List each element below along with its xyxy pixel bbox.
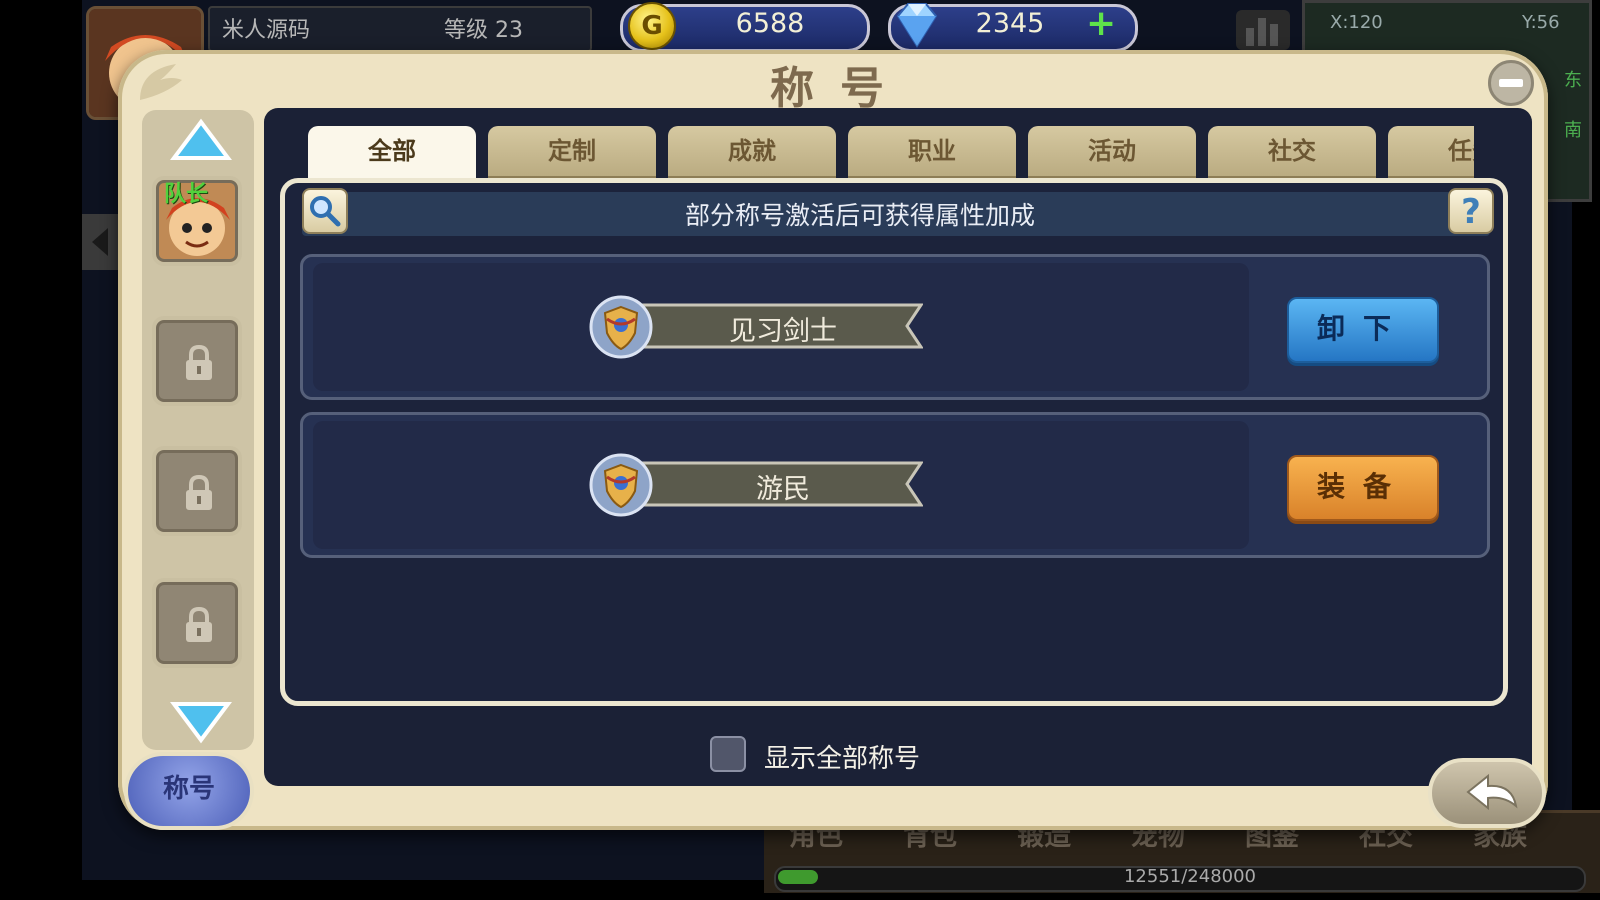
title-row: 游民 装备 xyxy=(300,412,1490,558)
exp-text: 12551/248000 xyxy=(1123,866,1257,887)
tab-profession[interactable]: 职业 xyxy=(848,126,1016,178)
show-all-checkbox[interactable] xyxy=(710,736,746,772)
back-button[interactable] xyxy=(1428,758,1546,828)
exp-bar-fill xyxy=(778,870,818,884)
gold-coin-icon: G xyxy=(628,2,676,50)
title-row: 见习剑士 卸下 xyxy=(300,254,1490,400)
scroll-down-arrow-icon[interactable] xyxy=(170,696,232,744)
gem-amount: 2345 xyxy=(975,8,1045,39)
help-button[interactable]: ? xyxy=(1448,188,1494,234)
tab-achievement[interactable]: 成就 xyxy=(668,126,836,178)
ranking-bar-chart-icon[interactable] xyxy=(1236,10,1290,50)
tab-quest[interactable]: 任务 xyxy=(1388,126,1474,178)
lock-icon xyxy=(186,344,212,380)
coordinate-y: Y:56 xyxy=(1522,12,1560,33)
locked-slot[interactable] xyxy=(152,578,242,668)
shield-badge-icon xyxy=(589,453,653,517)
shield-badge-icon xyxy=(589,295,653,359)
show-all-label: 显示全部称号 xyxy=(764,744,921,774)
title-side-tab[interactable]: 称号 xyxy=(124,752,254,830)
tab-all[interactable]: 全部 xyxy=(308,126,476,184)
equip-button[interactable]: 装备 xyxy=(1287,455,1439,521)
coordinate-x: X:120 xyxy=(1330,12,1383,33)
compass-south: 南 xyxy=(1564,120,1582,141)
tab-clip: 任务 xyxy=(1364,126,1474,180)
player-name: 米人源码 xyxy=(222,18,311,43)
minimize-button[interactable] xyxy=(1488,60,1534,106)
player-level: 等级 23 xyxy=(444,18,523,43)
title-name: 见习剑士 xyxy=(729,316,837,347)
search-icon[interactable] xyxy=(302,188,348,234)
locked-slot[interactable] xyxy=(152,316,242,406)
lock-icon xyxy=(186,474,212,510)
leaf-ornament-icon xyxy=(136,60,186,104)
title-name: 游民 xyxy=(756,474,810,505)
dialog-title: 称号 xyxy=(770,63,910,114)
tab-custom[interactable]: 定制 xyxy=(488,126,656,178)
tab-social[interactable]: 社交 xyxy=(1208,126,1376,178)
gold-amount: 6588 xyxy=(735,8,805,39)
add-gems-button[interactable]: + xyxy=(1086,4,1116,44)
compass-east: 东 xyxy=(1564,70,1582,91)
tab-event[interactable]: 活动 xyxy=(1028,126,1196,178)
locked-slot[interactable] xyxy=(152,446,242,536)
unequip-button[interactable]: 卸下 xyxy=(1287,297,1439,363)
scroll-up-arrow-icon[interactable] xyxy=(170,118,232,166)
lock-icon xyxy=(186,606,212,642)
back-arrow-icon xyxy=(1466,773,1518,811)
leader-tag: 队长 xyxy=(164,182,209,207)
diamond-icon xyxy=(888,0,946,50)
collapse-left-button[interactable] xyxy=(82,214,118,270)
info-text: 部分称号激活后可获得属性加成 xyxy=(684,201,1035,230)
